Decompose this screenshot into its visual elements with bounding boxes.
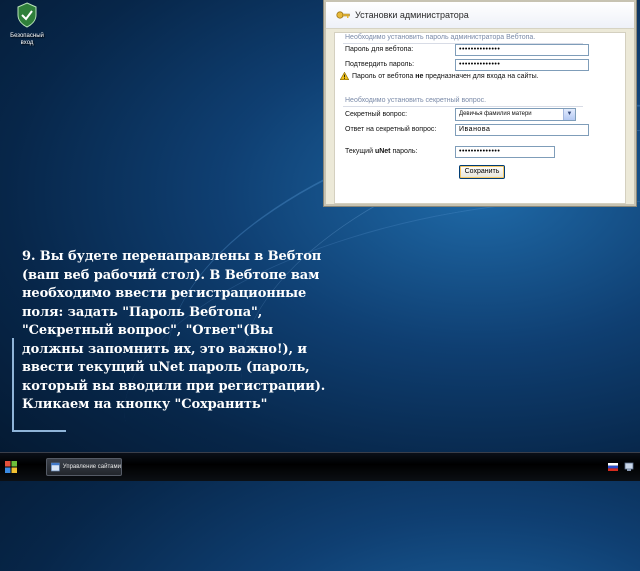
- taskbar: Управление сайтами: [0, 452, 640, 481]
- warning-icon: [340, 72, 349, 80]
- divider: [343, 106, 583, 107]
- instruction-text: 9. Вы будете перенаправлены в Вебтоп (ва…: [22, 249, 326, 412]
- current-password-input[interactable]: ••••••••••••••: [455, 146, 555, 158]
- dialog-form: Необходимо установить пароль администрат…: [334, 32, 626, 204]
- dialog-title-bar: Установки администратора: [326, 2, 634, 29]
- confirm-password-label: Подтвердить пароль:: [345, 61, 415, 68]
- admin-settings-dialog: Установки администратора Необходимо уста…: [324, 0, 636, 206]
- taskbar-window-button[interactable]: Управление сайтами: [46, 458, 122, 476]
- secret-question-select[interactable]: Девичья фамилия матери ▼: [455, 108, 576, 121]
- russian-flag-icon[interactable]: [608, 463, 618, 471]
- taskbar-window-label: Управление сайтами: [62, 464, 121, 470]
- password-input[interactable]: ••••••••••••••: [455, 44, 589, 56]
- dialog-title: Установки администратора: [355, 10, 469, 20]
- current-password-label: Текущий uNet пароль:: [345, 148, 418, 155]
- desktop-icon-label: Безопасный вход: [10, 33, 44, 46]
- desktop-icon-secure-login[interactable]: Безопасный вход: [6, 0, 48, 47]
- key-icon: [336, 11, 350, 19]
- decorative-bracket: [12, 338, 66, 432]
- secret-question-value: Девичья фамилия матери: [459, 111, 532, 117]
- warning-message: Пароль от вебтопа не предназначен для вх…: [340, 72, 539, 80]
- start-icon[interactable]: [4, 460, 18, 474]
- answer-label: Ответ на секретный вопрос:: [345, 126, 437, 133]
- shield-check-icon: [17, 2, 37, 28]
- system-tray: [608, 453, 640, 481]
- section-title-secret: Необходимо установить секретный вопрос.: [345, 97, 487, 104]
- section-title-password: Необходимо установить пароль администрат…: [345, 34, 536, 41]
- confirm-password-input[interactable]: ••••••••••••••: [455, 59, 589, 71]
- chevron-down-icon[interactable]: ▼: [563, 109, 575, 120]
- window-icon: [51, 462, 60, 472]
- network-icon[interactable]: [624, 462, 634, 472]
- answer-input[interactable]: Иванова: [455, 124, 589, 136]
- password-label: Пароль для вебтопа:: [345, 46, 414, 53]
- save-button[interactable]: Сохранить: [459, 165, 505, 179]
- secret-question-label: Секретный вопрос:: [345, 111, 408, 118]
